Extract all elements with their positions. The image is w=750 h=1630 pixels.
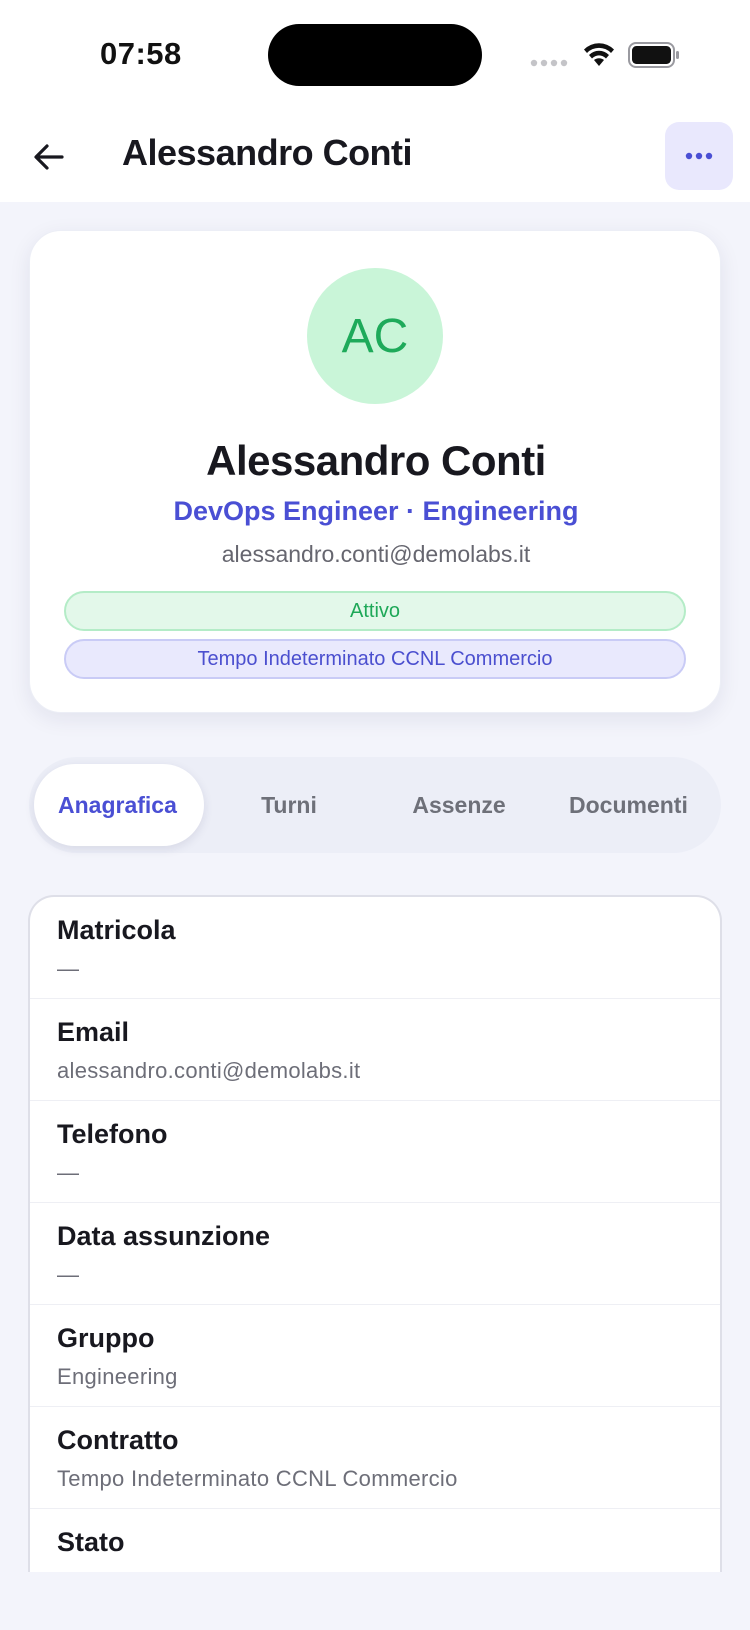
detail-row-email: Email alessandro.conti@demolabs.it (30, 999, 720, 1101)
detail-label: Gruppo (57, 1323, 155, 1353)
tab-label: Anagrafica (58, 792, 177, 818)
status-badge: Attivo (64, 591, 686, 631)
dynamic-island (268, 24, 482, 86)
bottom-safe-area (0, 1572, 750, 1630)
detail-label: Stato (57, 1527, 125, 1557)
detail-label: Data assunzione (57, 1221, 271, 1251)
detail-value: alessandro.conti@demolabs.it (57, 1058, 361, 1083)
page-title: Alessandro Conti (122, 132, 413, 173)
detail-value: Tempo Indeterminato CCNL Commercio (57, 1466, 458, 1491)
tab-documenti[interactable]: Documenti (544, 764, 719, 846)
detail-value: — (57, 1262, 80, 1287)
status-time: 07:58 (100, 36, 182, 71)
more-options-button[interactable] (665, 122, 733, 190)
details-card: Matricola — Email alessandro.conti@demol… (28, 895, 722, 1630)
detail-row-gruppo: Gruppo Engineering (30, 1305, 720, 1407)
detail-label: Email (57, 1017, 130, 1047)
detail-label: Telefono (57, 1119, 168, 1149)
detail-label: Contratto (57, 1425, 179, 1455)
tab-anagrafica[interactable]: Anagrafica (34, 764, 204, 846)
profile-name: Alessandro Conti (206, 437, 546, 484)
tab-label: Turni (261, 792, 317, 818)
tab-bar: Anagrafica Turni Assenze Documenti (29, 757, 721, 853)
detail-value: Engineering (57, 1364, 178, 1389)
app-header: Alessandro Conti (0, 112, 750, 202)
contract-badge: Tempo Indeterminato CCNL Commercio (64, 639, 686, 679)
tab-assenze[interactable]: Assenze (374, 764, 544, 846)
arrow-left-icon (34, 144, 64, 170)
avatar: AC (307, 268, 443, 404)
detail-label: Matricola (57, 915, 176, 945)
detail-row-data-assunzione: Data assunzione — (30, 1203, 720, 1305)
tab-label: Documenti (569, 792, 688, 818)
cellular-signal-icon (530, 59, 568, 67)
tab-label: Assenze (412, 792, 506, 818)
detail-row-contratto: Contratto Tempo Indeterminato CCNL Comme… (30, 1407, 720, 1509)
profile-email: alessandro.conti@demolabs.it (221, 541, 531, 567)
battery-icon (628, 42, 679, 68)
status-bar: 07:58 (0, 0, 750, 112)
detail-row-matricola: Matricola — (30, 897, 720, 999)
detail-row-telefono: Telefono — (30, 1101, 720, 1203)
wifi-icon (584, 43, 614, 66)
detail-value: — (57, 956, 80, 981)
profile-role: DevOps Engineer · Engineering (173, 496, 579, 526)
profile-card: AC Alessandro Conti DevOps Engineer · En… (29, 230, 721, 713)
detail-value: — (57, 1160, 80, 1185)
ellipsis-icon (685, 152, 713, 160)
tab-turni[interactable]: Turni (204, 764, 374, 846)
back-button[interactable] (22, 130, 76, 184)
